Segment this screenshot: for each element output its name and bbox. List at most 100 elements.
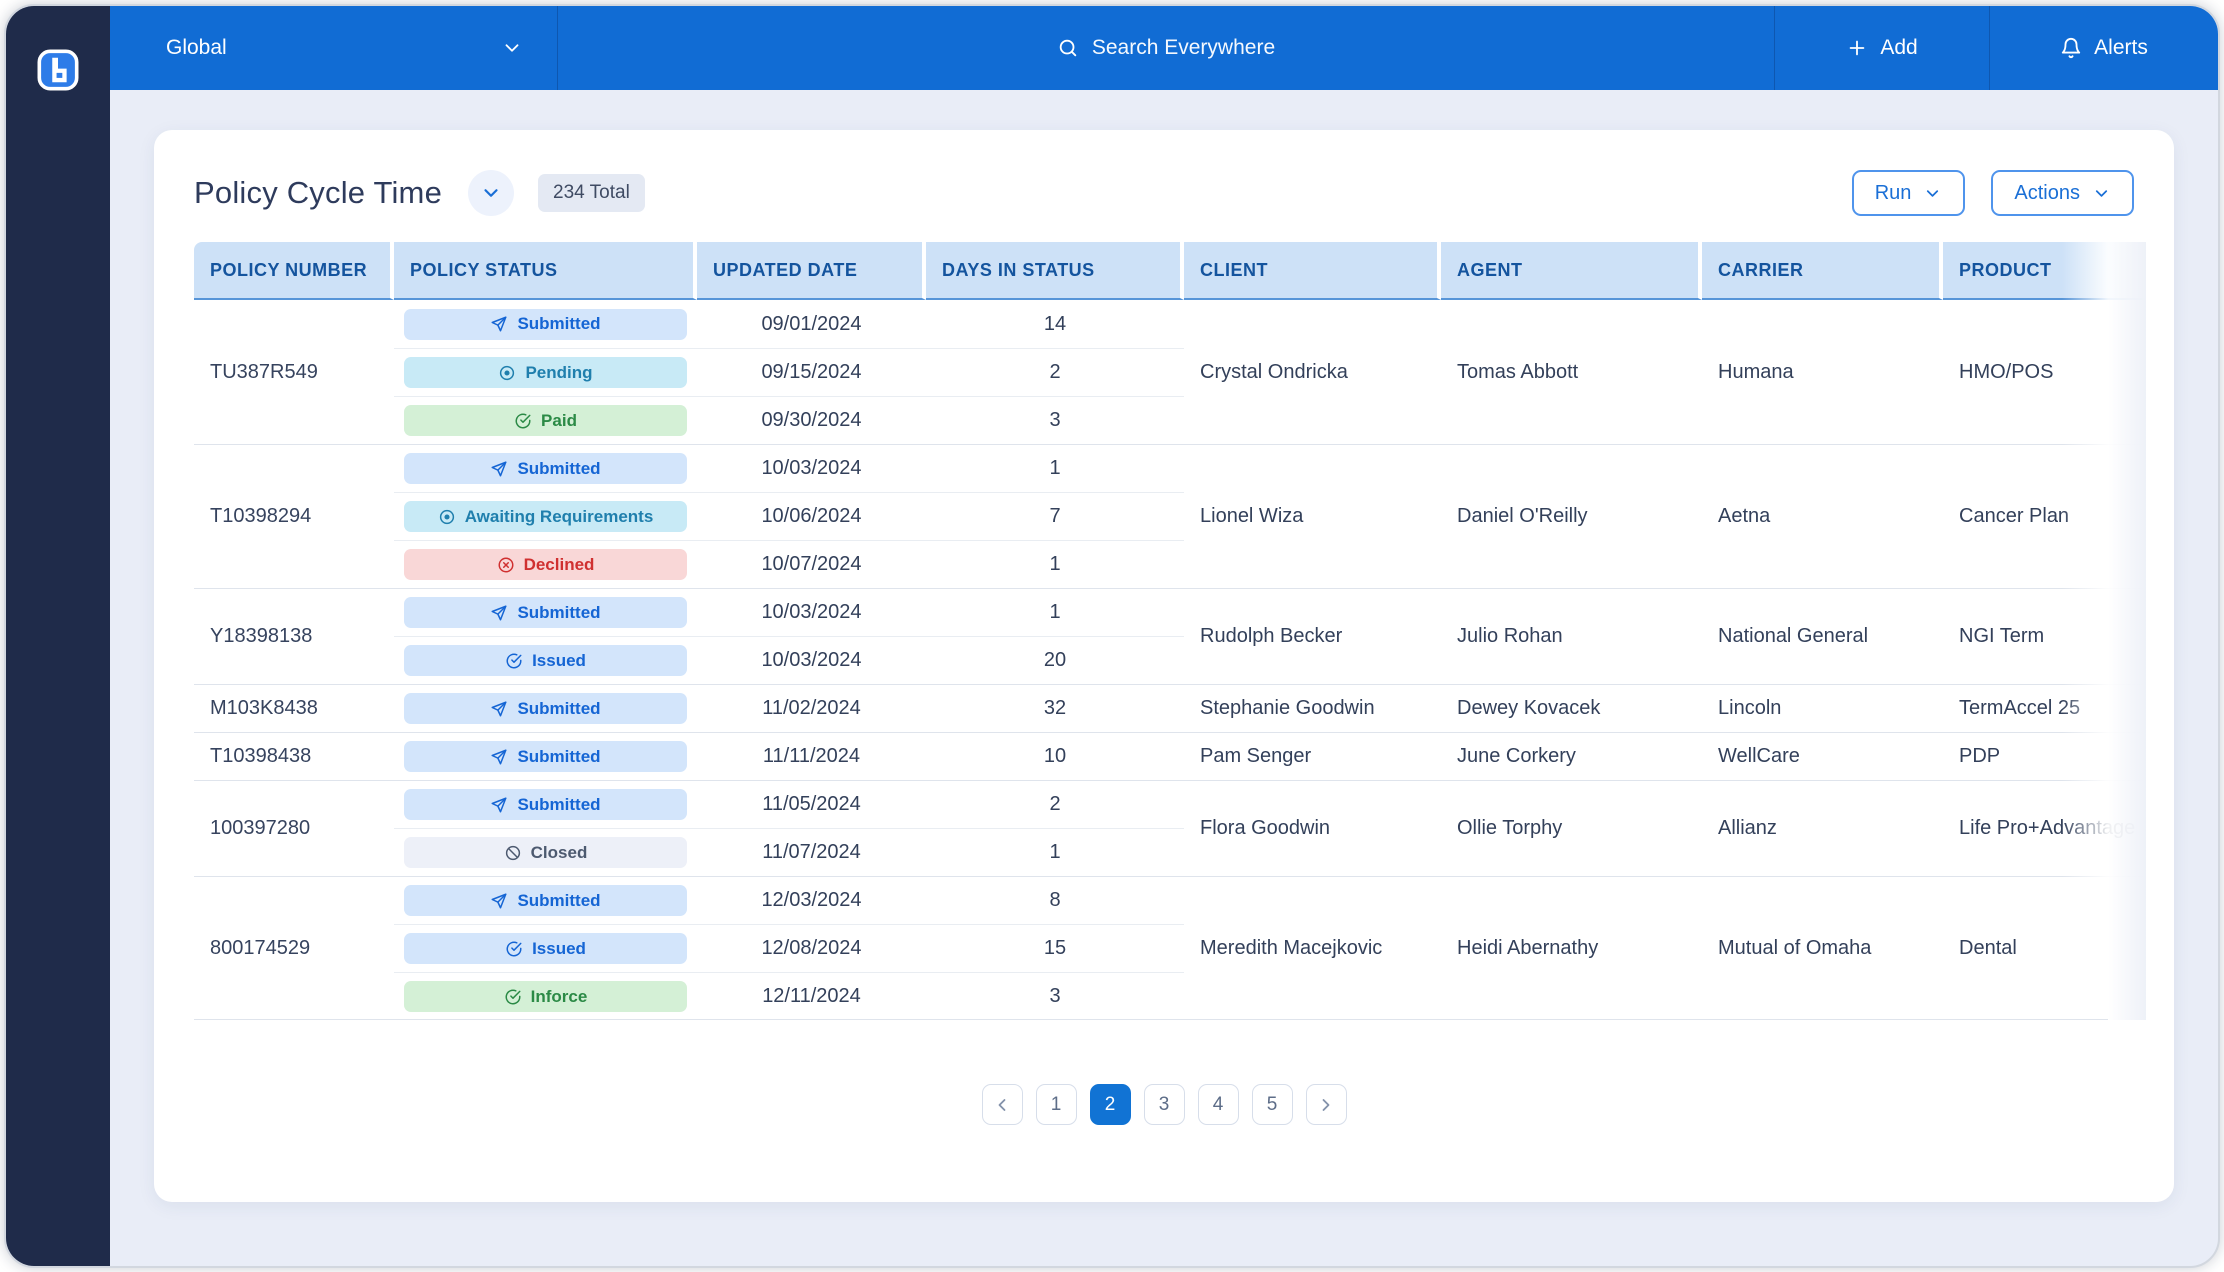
policy-status-cell: Submitted (394, 444, 697, 492)
column-header[interactable]: CARRIER (1702, 242, 1943, 300)
app-logo-icon[interactable] (35, 47, 81, 93)
product-cell: Cancer Plan (1943, 444, 2146, 588)
page-number-button[interactable]: 2 (1089, 1084, 1131, 1125)
days-in-status-cell: 1 (926, 828, 1184, 876)
next-page-button[interactable] (1305, 1084, 1347, 1125)
column-header[interactable]: POLICY STATUS (394, 242, 697, 300)
updated-date-cell: 10/03/2024 (697, 588, 926, 636)
table-row[interactable]: M103K8438 Submitted 11/02/2024 32 Stephanie … (194, 684, 2146, 732)
page-number-button[interactable]: 1 (1035, 1084, 1077, 1125)
status-badge: Submitted (404, 885, 687, 916)
status-label: Inforce (530, 986, 588, 1006)
send-icon (491, 893, 507, 908)
agent-cell: Ollie Torphy (1441, 780, 1702, 876)
agent-cell: Dewey Kovacek (1441, 684, 1702, 732)
add-button[interactable]: Add (1774, 6, 1989, 90)
policy-table-wrap: POLICY NUMBER POLICY STATUS UPDATED DATE DA… (194, 242, 2146, 1020)
updated-date-cell: 10/03/2024 (697, 444, 926, 492)
policy-number-cell: Y18398138 (194, 588, 394, 684)
x-circle-icon (498, 557, 514, 572)
page-number-button[interactable]: 4 (1197, 1084, 1239, 1125)
table-row[interactable]: Y18398138 Submitted 10/03/2024 1 Rudolph Bec… (194, 588, 2146, 647)
status-badge: Submitted (404, 453, 687, 484)
table-head-row: POLICY NUMBER POLICY STATUS UPDATED DATE DA… (194, 242, 2146, 300)
updated-date-cell: 12/03/2024 (697, 876, 926, 924)
status-label: Submitted (517, 746, 601, 766)
actions-button[interactable]: Actions (1991, 170, 2134, 216)
run-button[interactable]: Run (1851, 170, 1966, 216)
days-in-status-cell: 2 (926, 348, 1184, 396)
updated-date-cell: 10/06/2024 (697, 492, 926, 540)
policy-status-cell: Submitted (394, 300, 697, 348)
updated-date-cell: 09/01/2024 (761, 312, 862, 335)
carrier-cell: National General (1702, 588, 1943, 684)
column-header[interactable]: DAYS IN STATUS (926, 242, 1184, 300)
status-badge: Issued (404, 645, 687, 676)
sidebar (6, 6, 110, 1266)
send-icon (491, 749, 507, 764)
check-circle-icon (506, 941, 522, 956)
status-badge: Submitted (404, 597, 687, 628)
policy-status-cell: Awaiting Requirements (394, 492, 697, 540)
status-badge: Issued (404, 933, 687, 964)
policy-status-cell: Pending (394, 348, 697, 396)
days-in-status-cell: 32 (926, 684, 1184, 732)
carrier-cell: Mutual of Omaha (1702, 876, 1943, 1020)
policy-status-cell: Closed (394, 828, 697, 876)
plus-icon (1849, 40, 1865, 56)
status-badge: Inforce (404, 981, 687, 1012)
policy-status-cell: Submitted (394, 732, 697, 780)
agent-cell: Tomas Abbott (1457, 360, 1579, 383)
run-label: Run (1874, 181, 1912, 204)
updated-date-cell: 11/05/2024 (697, 780, 926, 828)
policy-number-cell: T10398294 (194, 444, 394, 588)
status-badge: Closed (404, 837, 687, 868)
record-icon (500, 365, 515, 380)
column-header[interactable]: AGENT (1441, 242, 1702, 300)
agent-cell: Daniel O'Reilly (1441, 444, 1702, 588)
table-row[interactable]: T10398438 Submitted 11/11/2024 10 Pam Senger… (194, 732, 2146, 780)
client-cell: Rudolph Becker (1184, 588, 1441, 684)
global-scope-dropdown[interactable]: Global (110, 6, 558, 90)
updated-date-cell: 10/07/2024 (697, 540, 926, 588)
search-input[interactable]: Search Everywhere (558, 6, 1774, 90)
carrier-cell: Lincoln (1702, 684, 1943, 732)
policy-number-cell: M103K8438 (194, 684, 394, 732)
column-header[interactable]: PRODUCT (1943, 242, 2146, 300)
column-header[interactable]: UPDATED DATE (697, 242, 926, 300)
actions-label: Actions (2014, 181, 2080, 204)
policy-status-cell: Submitted (394, 684, 697, 732)
topbar: Global Search Everywhere Add Alerts (110, 6, 2218, 90)
policy-status-cell: Issued (394, 924, 697, 972)
previous-page-button[interactable] (981, 1084, 1023, 1125)
product-cell: PDP (1943, 732, 2146, 780)
column-header[interactable]: CLIENT (1184, 242, 1441, 300)
days-in-status-cell: 1 (926, 588, 1184, 636)
days-in-status-cell: 3 (926, 396, 1184, 444)
table-row[interactable]: 100397280 Submitted 11/05/2024 2 Flora Goodw… (194, 780, 2146, 839)
days-in-status-cell: 3 (926, 972, 1184, 1020)
updated-date-cell: 11/11/2024 (697, 732, 926, 780)
table-row[interactable]: TU387R549 Submitted 09/01/2024 14 Crystal On… (194, 300, 2146, 383)
status-badge: Awaiting Requirements (404, 501, 687, 532)
app-window: Global Search Everywhere Add Alerts Poli… (4, 4, 2220, 1268)
bell-icon (2061, 38, 2081, 59)
days-in-status-cell: 8 (926, 876, 1184, 924)
days-in-status-cell: 1 (926, 444, 1184, 492)
column-header[interactable]: POLICY NUMBER (194, 242, 394, 300)
page-number-button[interactable]: 5 (1251, 1084, 1293, 1125)
page-number-button[interactable]: 3 (1143, 1084, 1185, 1125)
send-icon (491, 461, 507, 476)
status-label: Pending (525, 362, 593, 382)
report-picker-button[interactable] (468, 170, 515, 216)
table-row[interactable]: T10398294 Submitted 10/03/2024 1 Lionel Wiza… (194, 444, 2146, 527)
chevron-down-icon (505, 44, 519, 52)
page-title: Policy Cycle Time (194, 175, 443, 210)
policy-status-cell: Submitted (394, 780, 697, 828)
table-body: TU387R549 Submitted 09/01/2024 14 Crystal On… (194, 300, 2146, 1020)
alerts-button[interactable]: Alerts (1989, 6, 2218, 90)
policy-status-cell: Submitted (394, 588, 697, 636)
updated-date-cell: 12/08/2024 (697, 924, 926, 972)
status-label: Submitted (517, 698, 601, 718)
table-row[interactable]: 800174529 Submitted 12/03/2024 8 Meredith Ma… (194, 876, 2146, 959)
